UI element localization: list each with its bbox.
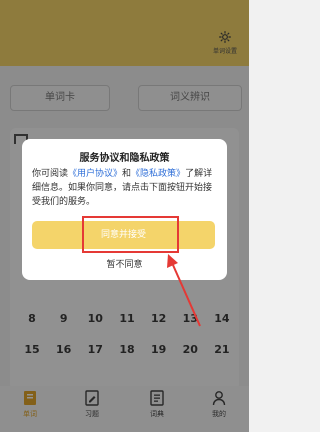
annotation-arrow	[167, 254, 201, 327]
